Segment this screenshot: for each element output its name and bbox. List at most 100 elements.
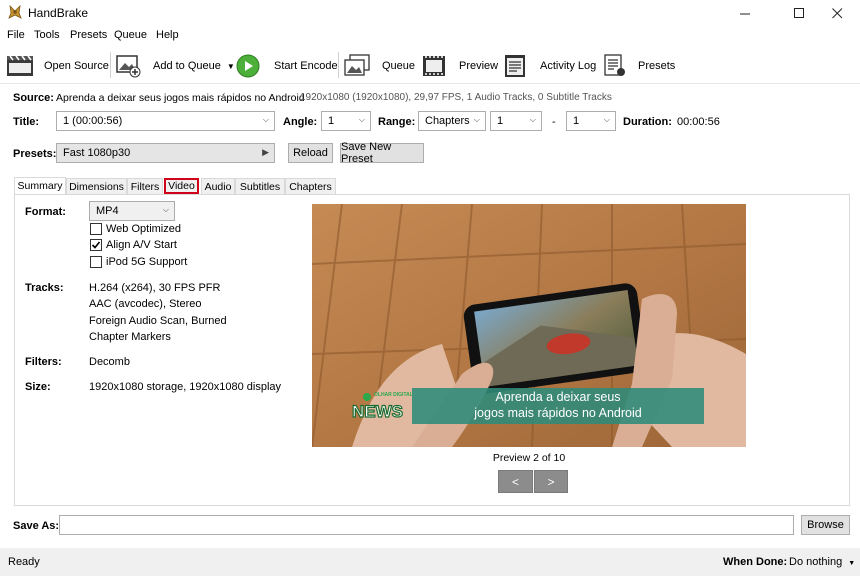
size-value: 1920x1080 storage, 1920x1080 display <box>89 381 282 393</box>
align-av-label: Align A/V Start <box>106 239 177 251</box>
tab-audio[interactable]: Audio <box>201 178 235 194</box>
title-value: 1 (00:00:56) <box>63 115 123 127</box>
range-from-value: 1 <box>497 115 504 127</box>
chevron-down-icon: ⌵ <box>262 115 269 124</box>
web-optimized-checkbox[interactable] <box>90 223 102 235</box>
save-new-preset-button[interactable]: Save New Preset <box>340 141 424 165</box>
minimize-icon <box>739 13 750 14</box>
align-av-checkbox[interactable] <box>90 239 102 251</box>
handbrake-app-icon <box>8 4 22 19</box>
add-image-icon <box>116 55 141 78</box>
preview-image: Aprenda a deixar seus jogos mais rápidos… <box>312 204 746 447</box>
angle-dropdown[interactable]: 1 ⌵ <box>321 111 371 131</box>
preset-value: Fast 1080p30 <box>63 147 131 159</box>
chevron-down-icon[interactable]: ▼ <box>227 62 235 71</box>
when-done-dropdown[interactable]: Do nothing ▼ <box>789 556 855 568</box>
preview-label: Preview <box>459 60 499 72</box>
presets-list-icon <box>604 54 625 76</box>
reload-button[interactable]: Reload <box>288 143 333 163</box>
tracks-label: Tracks: <box>25 282 64 294</box>
tab-subtitles[interactable]: Subtitles <box>235 178 285 194</box>
range-dash: - <box>552 116 556 128</box>
open-source-label: Open Source <box>44 60 109 72</box>
menu-tools[interactable]: Tools <box>34 29 60 41</box>
queue-images-icon <box>344 54 370 76</box>
presets-selector[interactable]: Fast 1080p30 ▶ <box>56 143 275 163</box>
activity-log-icon <box>505 55 525 77</box>
open-source-button[interactable]: Open Source <box>6 52 109 80</box>
menu-help[interactable]: Help <box>156 29 179 41</box>
ipod-checkbox[interactable] <box>90 256 102 268</box>
filters-value: Decomb <box>89 356 130 368</box>
range-from-dropdown[interactable]: 1 ⌵ <box>490 111 542 131</box>
start-encode-button[interactable]: Start Encode <box>236 52 338 80</box>
chevron-down-icon: ⌵ <box>473 115 480 124</box>
web-optimized-label: Web Optimized <box>106 223 181 235</box>
ipod-label: iPod 5G Support <box>106 256 188 268</box>
preview-prev-button[interactable]: < <box>498 470 533 493</box>
source-name: Aprenda a deixar seus jogos mais rápidos… <box>56 92 305 104</box>
preview-counter: Preview 2 of 10 <box>492 452 566 464</box>
tab-chapters[interactable]: Chapters <box>285 178 336 194</box>
film-strip-icon <box>423 56 445 76</box>
when-done-label: When Done: <box>723 556 788 568</box>
activity-log-button[interactable]: Activity Log <box>504 52 596 80</box>
start-encode-label: Start Encode <box>274 60 338 72</box>
add-to-queue-button[interactable]: Add to Queue ▼ <box>116 52 235 80</box>
presets-label: Presets <box>638 60 676 72</box>
title-bar: HandBrake <box>0 0 860 26</box>
menu-file[interactable]: File <box>7 29 25 41</box>
save-as-label: Save As: <box>13 520 60 532</box>
track-item: Chapter Markers <box>89 331 171 343</box>
toolbar: Open Source Add to Queue ▼ Start Encode … <box>0 46 860 84</box>
range-type-value: Chapters <box>425 115 470 127</box>
tab-summary[interactable]: Summary <box>14 177 66 194</box>
tab-filters[interactable]: Filters <box>127 178 163 194</box>
menu-presets[interactable]: Presets <box>70 29 107 41</box>
queue-label: Queue <box>382 60 416 72</box>
angle-label: Angle: <box>283 116 318 128</box>
format-label: Format: <box>25 206 66 218</box>
film-clapper-icon <box>7 55 33 76</box>
play-icon <box>236 54 260 78</box>
title-dropdown[interactable]: 1 (00:00:56) ⌵ <box>56 111 275 131</box>
tab-dimensions[interactable]: Dimensions <box>66 178 127 194</box>
chevron-down-icon: ▼ <box>848 560 856 567</box>
format-dropdown[interactable]: MP4 ⌵ <box>89 201 175 221</box>
title-label: Title: <box>13 116 40 128</box>
maximize-icon <box>793 7 804 18</box>
chevron-down-icon: ⌵ <box>358 115 365 124</box>
source-info: 1920x1080 (1920x1080), 29,97 FPS, 1 Audi… <box>300 92 612 103</box>
save-as-input[interactable] <box>59 515 794 535</box>
toolbar-separator <box>110 52 111 78</box>
presets-button[interactable]: Presets <box>604 52 675 80</box>
close-icon <box>831 7 842 18</box>
preview-button[interactable]: Preview <box>422 52 498 80</box>
range-to-dropdown[interactable]: 1 ⌵ <box>566 111 616 131</box>
source-label: Source: <box>13 92 54 104</box>
size-label: Size: <box>25 381 51 393</box>
menu-queue[interactable]: Queue <box>114 29 147 41</box>
filters-label: Filters: <box>25 356 62 368</box>
preview-next-button[interactable]: > <box>534 470 568 493</box>
queue-button[interactable]: Queue <box>344 52 415 80</box>
range-type-dropdown[interactable]: Chapters ⌵ <box>418 111 486 131</box>
preview-brand-news: NEWS <box>351 401 403 421</box>
status-bar: Ready When Done: Do nothing ▼ <box>0 548 860 576</box>
angle-value: 1 <box>328 115 335 127</box>
status-text: Ready <box>8 556 40 568</box>
range-label: Range: <box>378 116 416 128</box>
brand-dot <box>363 393 371 401</box>
tab-video[interactable]: Video <box>164 178 199 194</box>
checkmark-icon <box>91 241 101 249</box>
minimize-button[interactable] <box>722 0 768 26</box>
track-item: Foreign Audio Scan, Burned <box>89 315 227 327</box>
window-title: HandBrake <box>28 6 89 20</box>
close-button[interactable] <box>814 0 860 26</box>
duration-value: 00:00:56 <box>677 116 720 128</box>
browse-button[interactable]: Browse <box>801 515 850 535</box>
preview-caption-line1: Aprenda a deixar seus <box>495 390 621 404</box>
preview-brand-small: OLHAR DIGITAL <box>374 392 413 398</box>
range-to-value: 1 <box>573 115 580 127</box>
chevron-right-icon: ▶ <box>262 147 269 157</box>
